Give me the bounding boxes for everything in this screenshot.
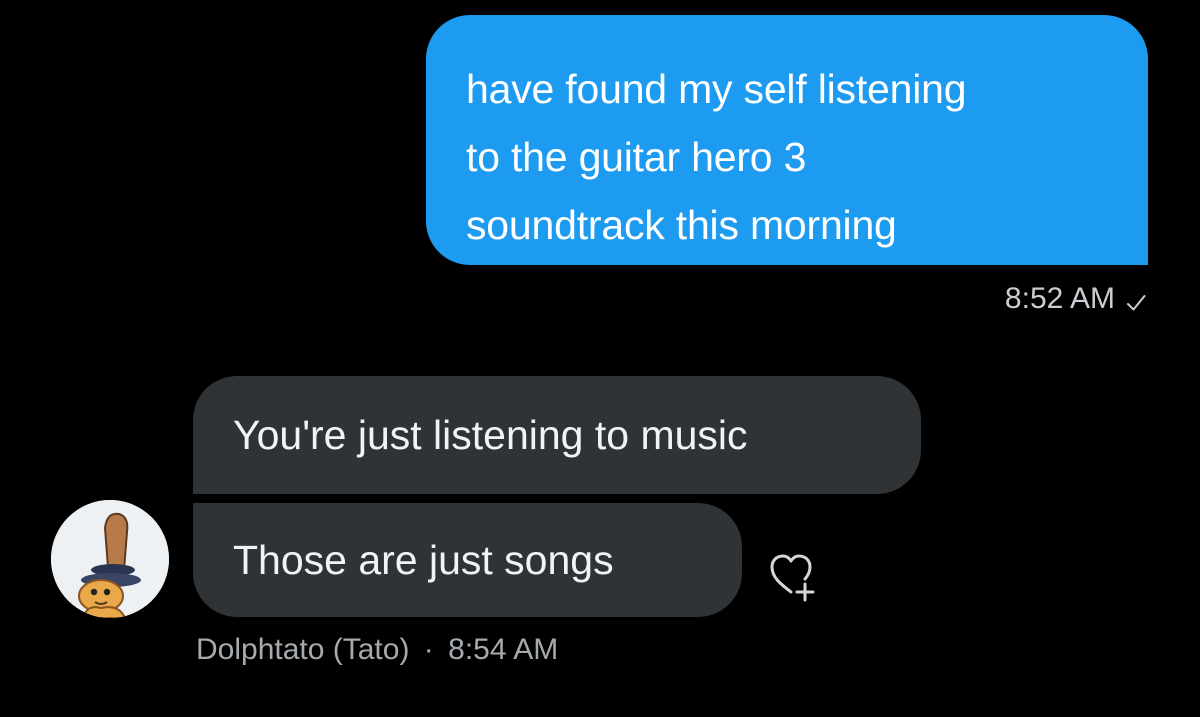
sender-name[interactable]: Dolphtato (Tato) <box>196 633 409 666</box>
cartoon-avatar-icon <box>51 500 169 618</box>
sent-message-time: 8:52 AM <box>1004 282 1115 315</box>
received-message-text: You're just listening to music <box>233 411 748 458</box>
sent-message-line: have found my self listening <box>466 66 967 112</box>
conversation-view: have found my self listening to the guit… <box>0 0 1200 717</box>
received-message-bubble[interactable]: You're just listening to music <box>193 376 921 494</box>
avatar[interactable] <box>51 500 169 618</box>
received-message-time: 8:54 AM <box>448 633 559 666</box>
add-reaction-button[interactable] <box>764 548 818 602</box>
sent-message-line: to the guitar hero 3 <box>466 134 807 180</box>
add-reaction-heart-icon <box>770 554 815 602</box>
sent-message-line: soundtrack this morning <box>466 202 897 248</box>
received-message-meta: Dolphtato (Tato) · 8:54 AM <box>196 633 558 667</box>
sent-message-meta: 8:52 AM <box>1005 282 1147 316</box>
received-message-bubble[interactable]: Those are just songs <box>193 503 742 617</box>
check-icon <box>1125 288 1147 311</box>
received-message-text: Those are just songs <box>233 536 614 583</box>
meta-separator: · <box>423 633 434 666</box>
sent-message-bubble[interactable]: have found my self listening to the guit… <box>426 15 1148 265</box>
